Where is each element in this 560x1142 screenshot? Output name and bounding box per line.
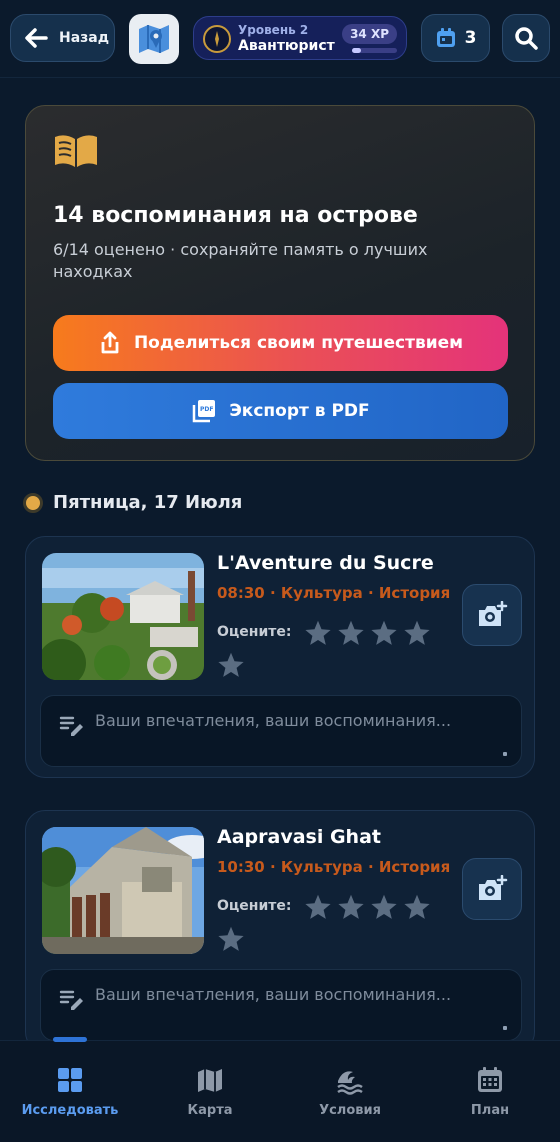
star-icon[interactable]	[304, 619, 332, 647]
nav-explore[interactable]: Исследовать	[0, 1065, 140, 1118]
xp-progress-fill	[352, 48, 361, 53]
memory-note-input[interactable]: Ваши впечатления, ваши воспоминания...	[40, 969, 522, 1041]
star-icon[interactable]	[304, 893, 332, 921]
calendar-icon	[478, 1067, 502, 1092]
note-placeholder: Ваши впечатления, ваши воспоминания...	[95, 711, 452, 730]
pdf-label: Экспорт в PDF	[229, 401, 370, 421]
star-rating	[304, 893, 444, 925]
add-photo-button[interactable]	[462, 858, 522, 920]
xp-progress-bar	[352, 48, 397, 53]
search-icon	[515, 27, 538, 50]
open-book-icon	[55, 135, 97, 167]
active-tab-indicator	[53, 1037, 87, 1042]
xp-badge: 34 XP	[342, 24, 397, 44]
share-trip-button[interactable]: Поделиться своим путешествием	[53, 315, 508, 371]
day-title: Пятница, 17 Июля	[53, 492, 243, 513]
nav-plan-label: План	[470, 1103, 510, 1118]
star-icon[interactable]	[337, 893, 365, 921]
star-rating	[304, 619, 444, 651]
place-photo[interactable]	[42, 553, 204, 680]
add-photo-icon	[479, 601, 508, 626]
calendar-button[interactable]: 3	[421, 14, 490, 62]
nav-plan[interactable]: План	[420, 1065, 560, 1118]
place-title: L'Aventure du Sucre	[217, 552, 434, 574]
grid-icon	[58, 1068, 82, 1092]
star-icon[interactable]	[370, 893, 398, 921]
back-button[interactable]: Назад	[10, 14, 115, 62]
nav-conditions[interactable]: Условия	[280, 1065, 420, 1118]
star-icon[interactable]	[217, 651, 245, 679]
place-meta: 08:30 · Культура · История	[217, 584, 451, 602]
back-label: Назад	[59, 30, 110, 46]
summary-subtitle: 6/14 оценено · сохраняйте память о лучши…	[53, 240, 428, 281]
map-logo-icon[interactable]	[129, 14, 179, 64]
nav-conditions-label: Условия	[319, 1103, 381, 1118]
add-photo-icon	[479, 875, 508, 900]
note-placeholder: Ваши впечатления, ваши воспоминания...	[95, 985, 452, 1004]
map-icon	[198, 1069, 222, 1092]
export-pdf-button[interactable]: PDF Экспорт в PDF	[53, 383, 508, 439]
edit-note-icon	[59, 716, 83, 736]
add-photo-button[interactable]	[462, 584, 522, 646]
level-label: Уровень 2	[238, 23, 309, 37]
level-indicator[interactable]: Уровень 2 Авантюрист 34 XP	[193, 16, 407, 60]
place-meta: 10:30 · Культура · История	[217, 858, 451, 876]
rank-label: Авантюрист	[238, 38, 335, 54]
edit-note-icon	[59, 990, 83, 1010]
memories-summary-card: 14 воспоминания на острове 6/14 оценено …	[25, 105, 535, 461]
svg-text:PDF: PDF	[200, 406, 213, 413]
nav-explore-label: Исследовать	[21, 1103, 119, 1118]
star-icon[interactable]	[403, 619, 431, 647]
arrow-left-icon	[25, 28, 48, 48]
calendar-icon	[436, 28, 455, 47]
memory-note-input[interactable]: Ваши впечатления, ваши воспоминания...	[40, 695, 522, 767]
place-photo[interactable]	[42, 827, 204, 954]
place-title: Aapravasi Ghat	[217, 826, 381, 848]
summary-title: 14 воспоминания на острове	[53, 203, 418, 228]
star-icon[interactable]	[370, 619, 398, 647]
rate-label: Оцените:	[217, 624, 292, 640]
share-icon	[101, 331, 119, 354]
day-header: Пятница, 17 Июля	[23, 492, 242, 513]
calendar-count: 3	[464, 28, 477, 48]
waves-icon	[337, 1071, 363, 1095]
resize-handle-icon[interactable]	[503, 1026, 507, 1030]
star-icon[interactable]	[217, 925, 245, 953]
memory-card: Aapravasi Ghat 10:30 · Культура · Истори…	[25, 810, 535, 1052]
memory-card: L'Aventure du Sucre 08:30 · Культура · И…	[25, 536, 535, 778]
day-marker-dot	[23, 492, 43, 513]
resize-handle-icon[interactable]	[503, 752, 507, 756]
nav-map-label: Карта	[187, 1103, 233, 1118]
pdf-icon: PDF	[193, 400, 216, 423]
nav-map[interactable]: Карта	[140, 1065, 280, 1118]
rate-label: Оцените:	[217, 898, 292, 914]
top-bar: Назад Уровень 2 Авантюрист 34 XP 3	[0, 0, 560, 78]
search-button[interactable]	[502, 14, 550, 62]
star-icon[interactable]	[337, 619, 365, 647]
star-icon[interactable]	[403, 893, 431, 921]
bottom-navigation: Исследовать Карта Условия План	[0, 1037, 560, 1142]
share-label: Поделиться своим путешествием	[133, 333, 464, 353]
compass-icon	[203, 25, 231, 53]
